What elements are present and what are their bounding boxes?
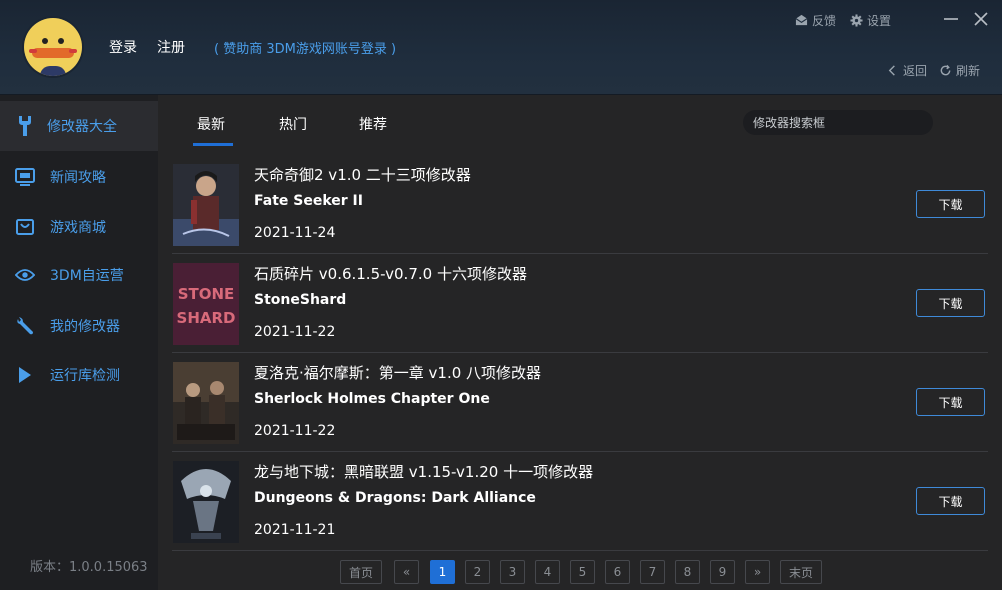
tools-icon: [15, 316, 35, 336]
sidebar: 修改器大全 新闻攻略 游戏商城 3DM自运营 我的修改器 运行库检测 版本：1.…: [0, 95, 158, 590]
trainer-title[interactable]: 夏洛克·福尔摩斯：第一章 v1.0 八项修改器: [254, 362, 541, 383]
last-page-button[interactable]: 末页: [780, 560, 822, 584]
sidebar-item-label: 运行库检测: [50, 368, 120, 384]
news-icon: [15, 167, 35, 187]
sidebar-item-runtime-check[interactable]: 运行库检测: [0, 350, 158, 400]
page-button-7[interactable]: 7: [640, 560, 665, 584]
wrench-icon: [15, 116, 35, 136]
tab-recommended[interactable]: 推荐: [359, 114, 387, 134]
release-date: 2021-11-22: [254, 423, 336, 439]
chevron-left-icon: [888, 65, 895, 76]
trainer-title[interactable]: 石质碎片 v0.6.1.5-v0.7.0 十六项修改器: [254, 263, 527, 284]
list-item: 夏洛克·福尔摩斯：第一章 v1.0 八项修改器 Sherlock Holmes …: [172, 353, 988, 452]
release-date: 2021-11-22: [254, 324, 336, 340]
page-button-1[interactable]: 1: [430, 560, 455, 584]
page-button-4[interactable]: 4: [535, 560, 560, 584]
release-date: 2021-11-21: [254, 522, 336, 538]
download-button[interactable]: 下载: [916, 190, 985, 218]
first-page-button[interactable]: 首页: [340, 560, 382, 584]
list-item: STONE SHARD 石质碎片 v0.6.1.5-v0.7.0 十六项修改器 S…: [172, 254, 988, 353]
list-item: 天命奇御2 v1.0 二十三项修改器 Fate Seeker II 2021-1…: [172, 155, 988, 254]
trainer-title[interactable]: 龙与地下城：黑暗联盟 v1.15-v1.20 十一项修改器: [254, 461, 593, 482]
sidebar-item-store[interactable]: 游戏商城: [0, 202, 158, 252]
prev-page-button[interactable]: «: [394, 560, 419, 584]
sidebar-item-label: 我的修改器: [50, 319, 120, 335]
sidebar-item-news[interactable]: 新闻攻略: [0, 152, 158, 202]
tab-bar: 最新 热门 推荐: [158, 95, 1002, 150]
settings-label: 设置: [867, 14, 892, 28]
release-date: 2021-11-24: [254, 225, 336, 241]
minimize-icon[interactable]: [942, 10, 960, 28]
close-icon[interactable]: [972, 10, 990, 28]
play-icon: [15, 365, 35, 385]
next-page-button[interactable]: »: [745, 560, 770, 584]
page-button-6[interactable]: 6: [605, 560, 630, 584]
page-button-2[interactable]: 2: [465, 560, 490, 584]
refresh-icon: [940, 64, 951, 76]
svg-text:SHARD: SHARD: [177, 309, 236, 327]
sidebar-item-label: 3DM自运营: [50, 268, 124, 284]
active-tab-indicator: [193, 143, 233, 146]
sidebar-item-my-trainers[interactable]: 我的修改器: [0, 301, 158, 351]
game-english-name: StoneShard: [254, 292, 347, 308]
sidebar-item-trainers[interactable]: 修改器大全: [0, 101, 158, 151]
tab-popular[interactable]: 热门: [279, 114, 307, 134]
register-link[interactable]: 注册: [157, 37, 185, 57]
game-cover-image: [173, 362, 239, 444]
game-cover-image: [173, 461, 239, 543]
login-link[interactable]: 登录: [109, 37, 137, 57]
page-button-3[interactable]: 3: [500, 560, 525, 584]
download-button[interactable]: 下载: [916, 487, 985, 515]
sidebar-item-label: 游戏商城: [50, 220, 106, 236]
game-cover-image: STONE SHARD: [173, 263, 239, 345]
tab-latest[interactable]: 最新: [197, 114, 225, 134]
page-button-8[interactable]: 8: [675, 560, 700, 584]
app-logo: [24, 18, 82, 76]
page-button-5[interactable]: 5: [570, 560, 595, 584]
game-english-name: Sherlock Holmes Chapter One: [254, 391, 490, 407]
eye-icon: [15, 265, 35, 285]
back-button[interactable]: 返回: [886, 62, 927, 79]
sidebar-item-label: 修改器大全: [47, 119, 117, 135]
page-button-9[interactable]: 9: [710, 560, 735, 584]
refresh-button[interactable]: 刷新: [939, 62, 980, 79]
trainer-title[interactable]: 天命奇御2 v1.0 二十三项修改器: [254, 164, 471, 185]
game-english-name: Fate Seeker II: [254, 193, 363, 209]
refresh-label: 刷新: [956, 64, 981, 78]
download-button[interactable]: 下载: [916, 388, 985, 416]
game-cover-image: [173, 164, 239, 246]
settings-button[interactable]: 设置: [850, 12, 891, 29]
pagination: 首页 « 1 2 3 4 5 6 7 8 9 » 末页: [0, 560, 1002, 584]
search-input[interactable]: [743, 110, 933, 135]
title-bar: 登录 注册 ( 赞助商 3DM游戏网账号登录 ) 反馈 设置 返回 刷新: [0, 0, 1002, 95]
list-item: 龙与地下城：黑暗联盟 v1.15-v1.20 十一项修改器 Dungeons &…: [172, 452, 988, 551]
feedback-button[interactable]: 反馈: [795, 12, 836, 29]
feedback-label: 反馈: [812, 14, 837, 28]
gear-icon: [850, 14, 863, 27]
mail-icon: [795, 14, 808, 26]
sponsor-login-link[interactable]: ( 赞助商 3DM游戏网账号登录 ): [214, 38, 396, 57]
sidebar-item-label: 新闻攻略: [50, 170, 106, 186]
svg-text:STONE: STONE: [178, 285, 235, 303]
download-button[interactable]: 下载: [916, 289, 985, 317]
sidebar-item-3dm[interactable]: 3DM自运营: [0, 250, 158, 300]
store-icon: [15, 217, 35, 237]
game-english-name: Dungeons & Dragons: Dark Alliance: [254, 490, 536, 506]
back-label: 返回: [903, 64, 928, 78]
